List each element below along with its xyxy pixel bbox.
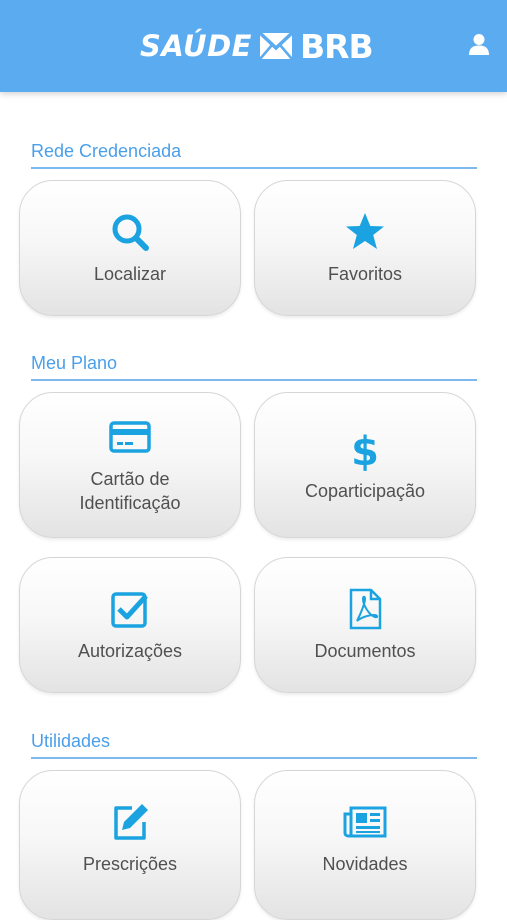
logo-saude-text: SAÚDE [140, 29, 252, 63]
autorizacoes-button[interactable]: Autorizações [19, 557, 241, 693]
section-meu-plano: Meu Plano [31, 352, 477, 381]
tile-label: Localizar [93, 264, 167, 284]
tile-label: Novidades [322, 854, 408, 874]
tile-label: Documentos [314, 641, 416, 661]
dollar-icon: $ [351, 429, 379, 471]
tile-label: Autorizações [77, 641, 183, 661]
tile-label: Favoritos [327, 264, 403, 284]
brb-logo-mark-icon [258, 31, 294, 60]
user-icon[interactable] [467, 32, 491, 56]
tile-label: Coparticipação [304, 481, 426, 501]
favoritos-button[interactable]: Favoritos [254, 180, 476, 316]
saude-brb-logo: SAÚDE BRB [140, 24, 374, 68]
section-title: Meu Plano [31, 352, 477, 381]
logo-brb-text: BRB [299, 26, 374, 66]
documentos-button[interactable]: Documentos [254, 557, 476, 693]
tile-label: Cartão de Identificação [79, 469, 181, 513]
tile-label: Prescrições [82, 854, 178, 874]
app-header: SAÚDE BRB [0, 0, 507, 92]
section-rede-credenciada: Rede Credenciada [31, 140, 477, 169]
coparticipacao-button[interactable]: $ Coparticipação [254, 392, 476, 538]
section-title: Utilidades [31, 730, 477, 759]
edit-icon [114, 804, 148, 840]
section-title: Rede Credenciada [31, 140, 477, 169]
pdf-document-icon [349, 588, 382, 630]
novidades-button[interactable]: Novidades [254, 770, 476, 920]
prescricoes-button[interactable]: Prescrições [19, 770, 241, 920]
newspaper-icon [343, 806, 387, 838]
cartao-identificacao-button[interactable]: Cartão de Identificação [19, 392, 241, 538]
checkbox-icon [111, 592, 148, 628]
localizar-button[interactable]: Localizar [19, 180, 241, 316]
search-icon [112, 214, 149, 251]
section-utilidades: Utilidades [31, 730, 477, 759]
card-icon [109, 421, 151, 453]
svg-text:$: $ [351, 429, 379, 471]
star-icon [346, 213, 384, 249]
